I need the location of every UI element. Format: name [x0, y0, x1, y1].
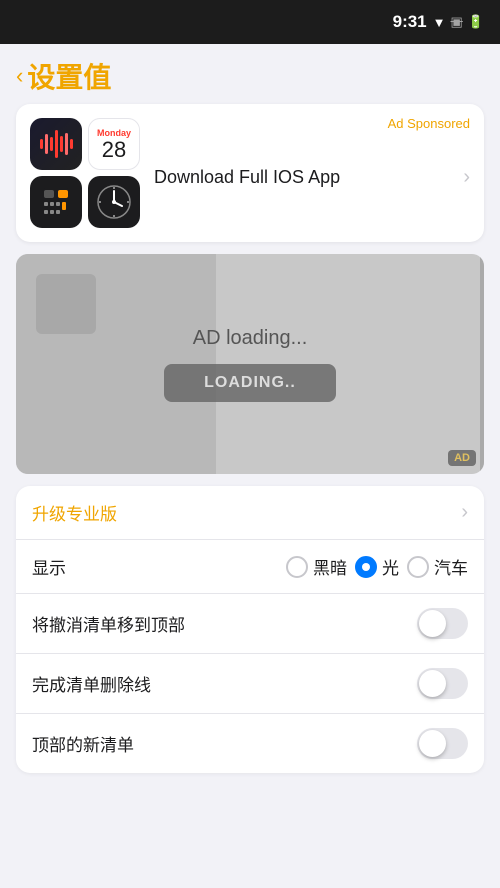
waveform-icon [34, 126, 79, 162]
calc-svg-icon [38, 184, 74, 220]
ad-loading-text: AD loading... [193, 327, 308, 350]
radio-light-circle[interactable] [355, 556, 377, 578]
calendar-date: 28 [102, 138, 126, 162]
status-time: 9:31 [393, 12, 427, 32]
new-list-top-row: 顶部的新清单 [16, 714, 484, 773]
scrollbar [480, 254, 484, 474]
radio-light[interactable]: 光 [355, 554, 399, 579]
ad-text-area[interactable]: Download Full IOS App › [154, 166, 470, 189]
wifi-icon: ▼ [433, 15, 446, 30]
ad-loading-thumbnail [36, 274, 96, 334]
settings-section: 升级专业版 › 显示 黑暗 光 汽车 将撤消清单移到顶部 完成清单删除线 [16, 486, 484, 773]
status-icons: ▼ ▣ 🔋 [433, 14, 484, 30]
strikethrough-label: 完成清单删除线 [32, 671, 151, 696]
status-bar: 9:31 ▼ ▣ 🔋 [0, 0, 500, 44]
move-to-top-label: 将撤消清单移到顶部 [32, 611, 185, 636]
move-to-top-toggle[interactable] [417, 608, 468, 639]
ad-download-label: Download Full IOS App [154, 167, 340, 188]
clock-svg-icon [94, 182, 134, 222]
app-icon-voice [30, 118, 82, 170]
upgrade-row[interactable]: 升级专业版 › [16, 486, 484, 540]
ad-sponsored-label: Ad Sponsored [388, 116, 470, 131]
upgrade-label: 升级专业版 [32, 500, 461, 525]
move-to-top-row: 将撤消清单移到顶部 [16, 594, 484, 654]
app-icon-calc [30, 176, 82, 228]
strikethrough-row: 完成清单删除线 [16, 654, 484, 714]
ad-loading-area: AD loading... LOADING.. AD [16, 254, 484, 474]
radio-auto-label: 汽车 [434, 554, 468, 579]
new-list-toggle[interactable] [417, 728, 468, 759]
ad-chevron-icon: › [463, 166, 470, 189]
radio-dark[interactable]: 黑暗 [286, 554, 347, 579]
display-label: 显示 [32, 554, 66, 579]
back-button[interactable]: ‹ 设置值 [16, 56, 111, 96]
header: ‹ 设置值 [0, 44, 500, 104]
toggle-knob-3 [419, 730, 446, 757]
display-radio-group: 黑暗 光 汽车 [286, 554, 468, 579]
ad-loading-button[interactable]: LOADING.. [164, 364, 336, 402]
signal-icon: ▣ [451, 14, 463, 30]
new-list-top-label: 顶部的新清单 [32, 731, 134, 756]
radio-auto[interactable]: 汽车 [407, 554, 468, 579]
ad-download-button[interactable]: Download Full IOS App › [154, 166, 470, 189]
upgrade-chevron-icon: › [461, 501, 468, 524]
app-icon-calendar: Monday 28 [88, 118, 140, 170]
ad-banner-card[interactable]: Ad Sponsored Monday 28 [16, 104, 484, 242]
display-row: 显示 黑暗 光 汽车 [16, 540, 484, 594]
strikethrough-toggle[interactable] [417, 668, 468, 699]
page-title: 设置值 [27, 56, 111, 96]
back-chevron-icon: ‹ [16, 65, 23, 87]
battery-icon: 🔋 [468, 14, 484, 30]
app-icons-grid: Monday 28 [30, 118, 140, 228]
app-icon-clock [88, 176, 140, 228]
radio-auto-circle[interactable] [407, 556, 429, 578]
ad-badge: AD [448, 450, 476, 466]
radio-dark-label: 黑暗 [313, 554, 347, 579]
toggle-knob [419, 610, 446, 637]
radio-dark-circle[interactable] [286, 556, 308, 578]
radio-light-label: 光 [382, 554, 399, 579]
toggle-knob-2 [419, 670, 446, 697]
